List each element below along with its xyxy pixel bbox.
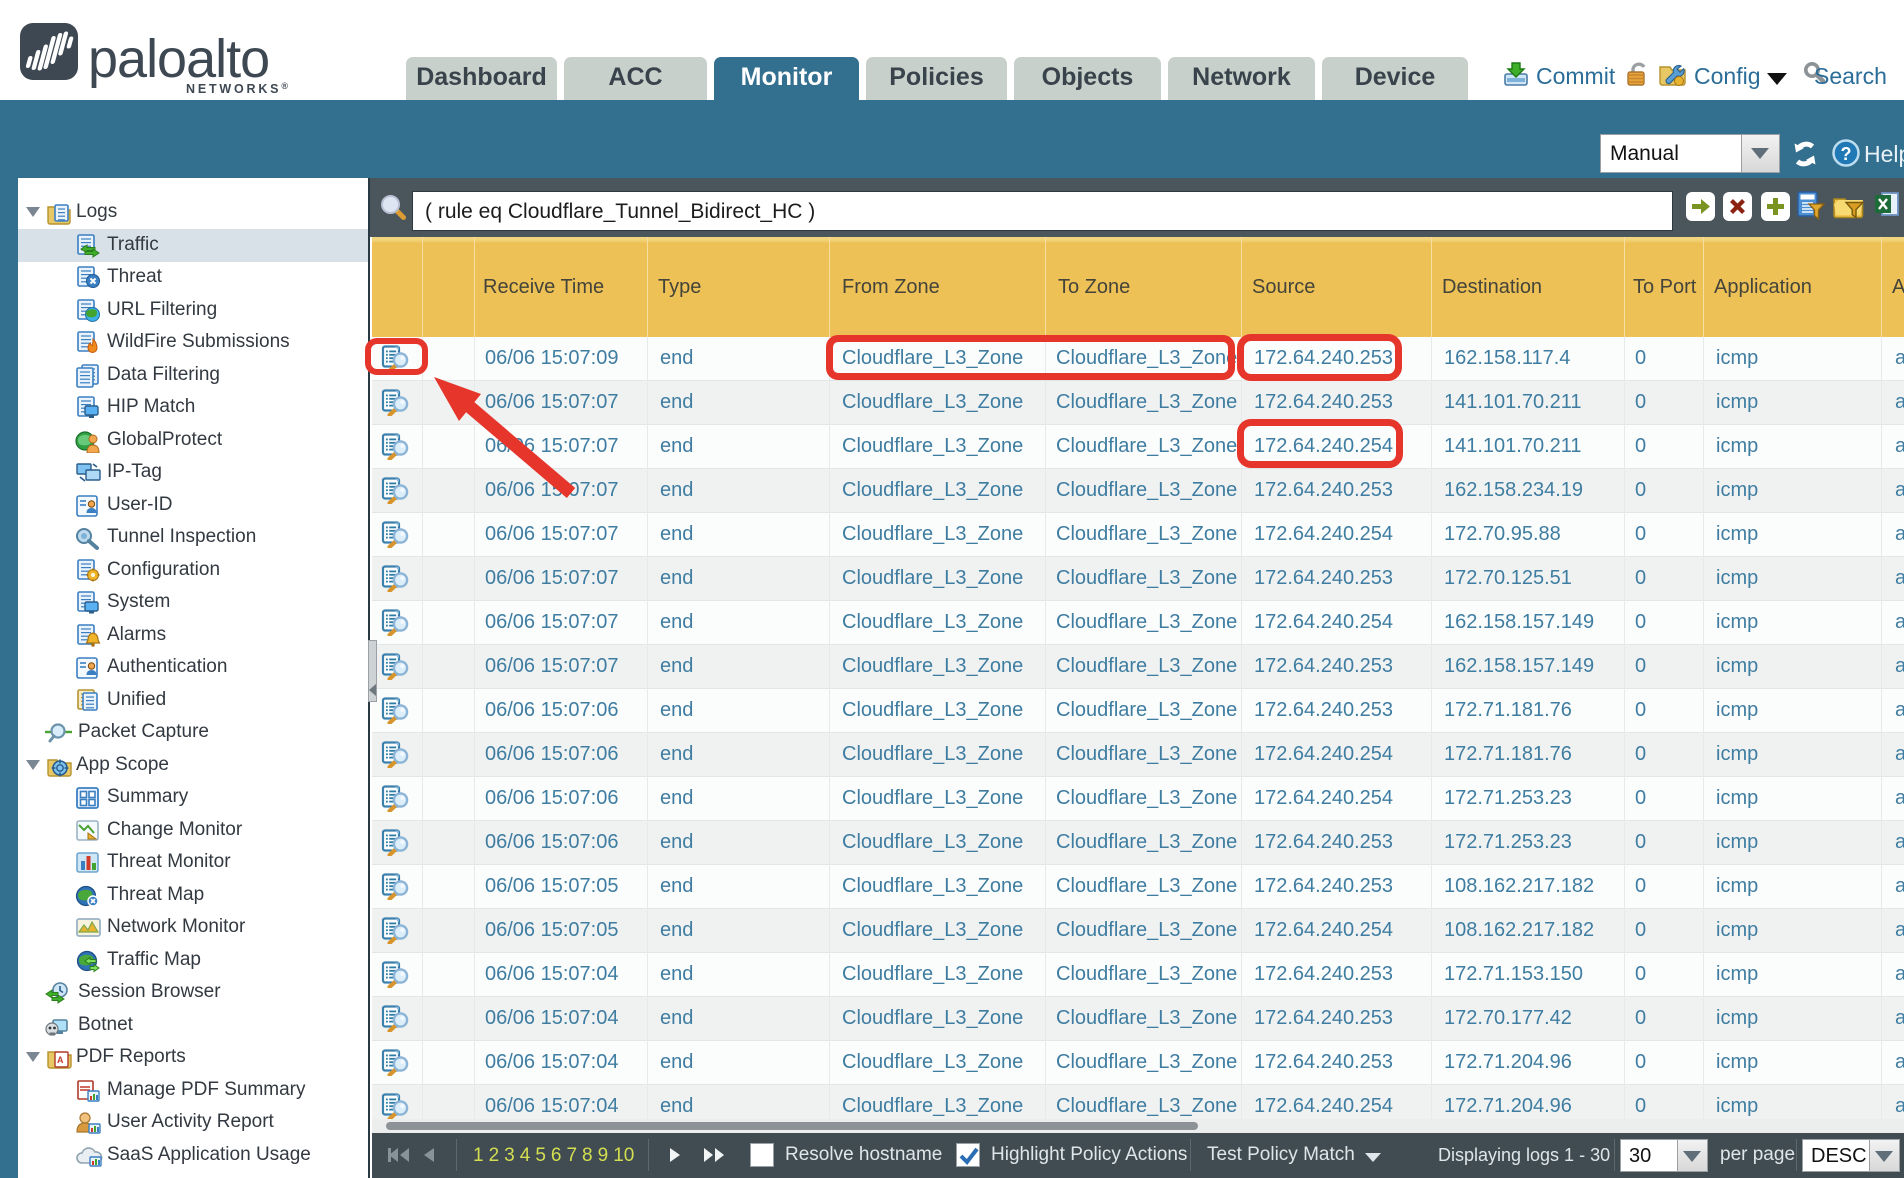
svg-text:?: ?	[1841, 144, 1852, 164]
svg-text:A: A	[57, 1055, 64, 1065]
